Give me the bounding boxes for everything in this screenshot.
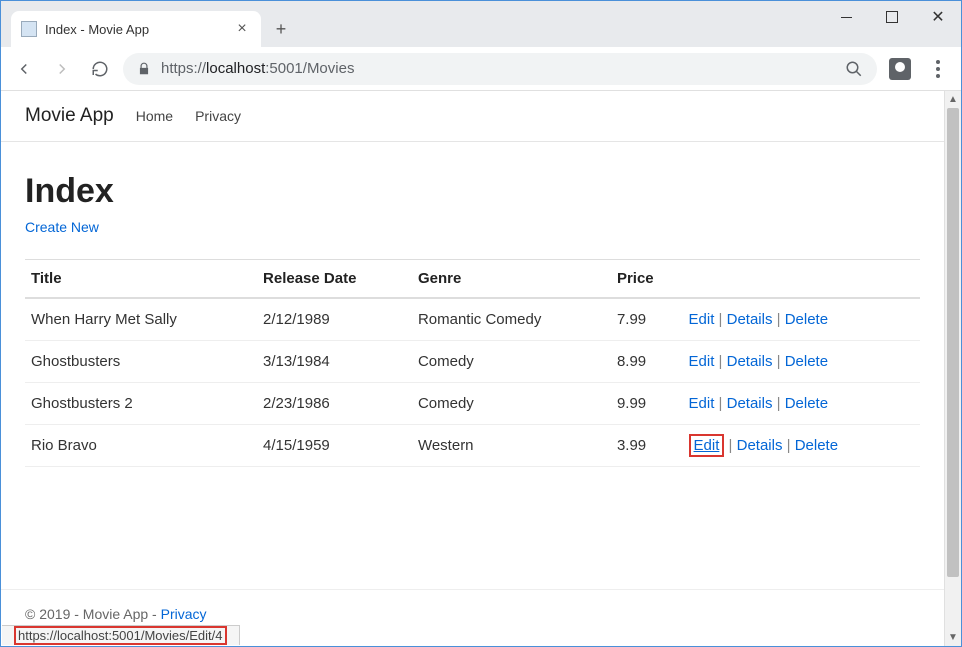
scroll-down-icon[interactable]: ▼ (945, 629, 961, 646)
cell-price: 3.99 (611, 425, 683, 467)
footer-text: © 2019 - Movie App - (25, 606, 161, 622)
browser-window: Index - Movie App × + ✕ https://localhos… (0, 0, 962, 647)
reload-button[interactable] (85, 54, 115, 84)
delete-link[interactable]: Delete (785, 395, 828, 412)
cell-actions: Edit | Details | Delete (683, 425, 920, 467)
cell-title: Ghostbusters 2 (25, 383, 257, 425)
nav-privacy[interactable]: Privacy (195, 108, 241, 124)
cell-actions: Edit | Details | Delete (683, 341, 920, 383)
cell-genre: Comedy (412, 341, 611, 383)
action-sep: | (724, 437, 736, 454)
footer: © 2019 - Movie App - Privacy (1, 589, 944, 624)
action-sep: | (772, 311, 784, 328)
cell-release: 2/12/1989 (257, 298, 412, 341)
header-release: Release Date (257, 260, 412, 299)
details-link[interactable]: Details (737, 437, 783, 454)
cell-genre: Western (412, 425, 611, 467)
search-icon[interactable] (845, 60, 863, 78)
forward-button[interactable] (47, 54, 77, 84)
cell-release: 3/13/1984 (257, 341, 412, 383)
details-link[interactable]: Details (727, 395, 773, 412)
edit-link[interactable]: Edit (689, 311, 715, 328)
brand[interactable]: Movie App (25, 105, 114, 127)
table-row: Ghostbusters 3/13/1984 Comedy 8.99 Edit … (25, 341, 920, 383)
close-window-button[interactable]: ✕ (915, 1, 961, 33)
movies-table: Title Release Date Genre Price When Harr… (25, 259, 920, 467)
scroll-thumb[interactable] (947, 108, 959, 577)
details-link[interactable]: Details (727, 353, 773, 370)
delete-link[interactable]: Delete (785, 353, 828, 370)
site-navbar: Movie App Home Privacy (1, 91, 944, 142)
edit-link-highlighted[interactable]: Edit (689, 434, 725, 457)
nav-home[interactable]: Home (136, 108, 173, 124)
minimize-button[interactable] (823, 1, 869, 33)
browser-toolbar: https://localhost:5001/Movies (1, 47, 961, 91)
cell-genre: Comedy (412, 383, 611, 425)
reload-icon (91, 60, 109, 78)
cell-title: When Harry Met Sally (25, 298, 257, 341)
table-row: Rio Bravo 4/15/1959 Western 3.99 Edit | … (25, 425, 920, 467)
action-sep: | (714, 395, 726, 412)
cell-release: 2/23/1986 (257, 383, 412, 425)
cell-actions: Edit | Details | Delete (683, 298, 920, 341)
scroll-track[interactable] (945, 108, 961, 629)
action-sep: | (714, 353, 726, 370)
back-arrow-icon (15, 60, 33, 78)
action-sep: | (772, 395, 784, 412)
window-controls: ✕ (823, 1, 961, 33)
action-sep: | (782, 437, 794, 454)
create-new-link[interactable]: Create New (25, 219, 99, 235)
url-text: https://localhost:5001/Movies (161, 60, 354, 77)
main-content: Index Create New Title Release Date Genr… (1, 142, 944, 479)
header-genre: Genre (412, 260, 611, 299)
cell-genre: Romantic Comedy (412, 298, 611, 341)
cell-release: 4/15/1959 (257, 425, 412, 467)
header-actions (683, 260, 920, 299)
cell-price: 9.99 (611, 383, 683, 425)
status-bar: https://localhost:5001/Movies/Edit/4 (2, 625, 240, 645)
profile-icon (889, 58, 911, 80)
delete-link[interactable]: Delete (795, 437, 838, 454)
cell-price: 7.99 (611, 298, 683, 341)
lock-icon (137, 62, 151, 76)
cell-title: Ghostbusters (25, 341, 257, 383)
menu-dots-icon (936, 60, 940, 64)
new-tab-button[interactable]: + (267, 15, 295, 43)
footer-privacy-link[interactable]: Privacy (161, 606, 207, 622)
favicon (21, 21, 37, 37)
scroll-up-icon[interactable]: ▲ (945, 91, 961, 108)
page-title: Index (25, 172, 920, 211)
profile-button[interactable] (885, 54, 915, 84)
page: Movie App Home Privacy Index Create New … (1, 91, 944, 646)
table-row: Ghostbusters 2 2/23/1986 Comedy 9.99 Edi… (25, 383, 920, 425)
viewport: Movie App Home Privacy Index Create New … (1, 91, 961, 646)
forward-arrow-icon (53, 60, 71, 78)
cell-actions: Edit | Details | Delete (683, 383, 920, 425)
titlebar: Index - Movie App × + ✕ (1, 1, 961, 47)
vertical-scrollbar[interactable]: ▲ ▼ (944, 91, 961, 646)
address-bar[interactable]: https://localhost:5001/Movies (123, 53, 877, 85)
tab-close-icon[interactable]: × (233, 20, 251, 38)
action-sep: | (772, 353, 784, 370)
browser-tab[interactable]: Index - Movie App × (11, 11, 261, 47)
back-button[interactable] (9, 54, 39, 84)
cell-price: 8.99 (611, 341, 683, 383)
url-protocol: https:// (161, 60, 206, 77)
header-price: Price (611, 260, 683, 299)
table-row: When Harry Met Sally 2/12/1989 Romantic … (25, 298, 920, 341)
action-sep: | (714, 311, 726, 328)
tab-title: Index - Movie App (45, 22, 233, 37)
edit-link[interactable]: Edit (689, 395, 715, 412)
status-url: https://localhost:5001/Movies/Edit/4 (14, 626, 227, 645)
menu-button[interactable] (923, 54, 953, 84)
edit-link[interactable]: Edit (689, 353, 715, 370)
cell-title: Rio Bravo (25, 425, 257, 467)
maximize-button[interactable] (869, 1, 915, 33)
table-header-row: Title Release Date Genre Price (25, 260, 920, 299)
details-link[interactable]: Details (727, 311, 773, 328)
delete-link[interactable]: Delete (785, 311, 828, 328)
url-port-path: :5001/Movies (265, 60, 354, 77)
url-host: localhost (206, 60, 265, 77)
header-title: Title (25, 260, 257, 299)
